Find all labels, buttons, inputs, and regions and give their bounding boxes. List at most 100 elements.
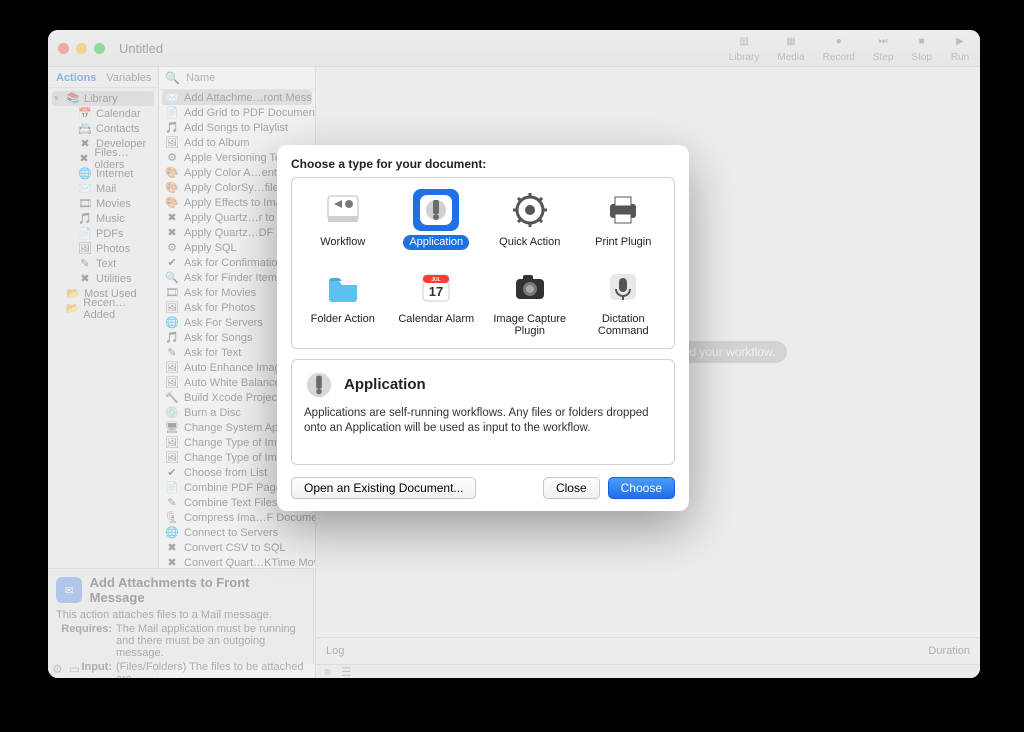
doc-type-folder-action[interactable]: Folder Action <box>296 263 390 342</box>
action-description-title: Add Attachments to Front Message <box>90 575 305 605</box>
zoom-window-button[interactable] <box>94 43 105 54</box>
doc-type-application[interactable]: Application <box>390 186 484 253</box>
action-icon: ✎ <box>165 346 179 359</box>
gear-icon[interactable]: ⚙︎ <box>52 662 63 676</box>
svg-text:17: 17 <box>429 284 443 299</box>
search-input[interactable] <box>184 71 309 85</box>
minimize-window-button[interactable] <box>76 43 87 54</box>
close-button[interactable]: Close <box>543 477 600 499</box>
doc-type-quick-action[interactable]: Quick Action <box>483 186 577 253</box>
calendar-alarm-icon: JUL17 <box>413 266 459 308</box>
tab-variables[interactable]: Variables <box>106 72 151 84</box>
document-type-grid: WorkflowApplicationQuick ActionPrint Plu… <box>291 177 675 349</box>
action-icon: 🔨 <box>165 391 179 404</box>
application-icon <box>304 370 334 400</box>
action-item[interactable]: 🗜Compress Ima…F Documents <box>159 510 315 525</box>
quick-action-icon <box>507 189 553 231</box>
library-item[interactable]: ✖︎Utilities <box>48 271 158 286</box>
action-item[interactable]: 🌐Connect to Servers <box>159 525 315 540</box>
doc-type-image-capture-plugin[interactable]: Image Capture Plugin <box>483 263 577 342</box>
action-icon: 🖼 <box>165 361 179 374</box>
flow-view-icon[interactable]: ☰ <box>341 665 352 678</box>
folder-icon: 📂 <box>66 287 80 300</box>
action-icon: ✔︎ <box>165 256 179 269</box>
folder-action-icon <box>320 266 366 308</box>
stop-button-icon: ■ <box>912 34 932 50</box>
sidebar-tabs: Actions Variables <box>48 67 158 88</box>
dialog-info-title: Application <box>344 376 426 393</box>
chevron-down-icon: ▾ <box>54 93 62 104</box>
dialog-info-desc: Applications are self-running workflows.… <box>304 406 662 437</box>
category-icon: ✖︎ <box>78 272 92 285</box>
category-icon: ✎ <box>78 257 92 270</box>
action-icon: 📄 <box>165 481 179 494</box>
run-button[interactable]: ▶Run <box>950 34 970 63</box>
info-toggle-icon[interactable]: ▭ <box>69 662 80 676</box>
record-button[interactable]: ●Record <box>823 34 855 63</box>
library-item[interactable]: 📅Calendar <box>48 106 158 121</box>
log-label: Log <box>326 645 344 657</box>
action-item[interactable]: 🎵Add Songs to Playlist <box>159 120 315 135</box>
step-button[interactable]: ⏭Step <box>873 34 894 63</box>
action-icon: 📄 <box>165 106 179 119</box>
doc-type-print-plugin[interactable]: Print Plugin <box>577 186 671 253</box>
doc-type-workflow[interactable]: Workflow <box>296 186 390 253</box>
svg-text:JUL: JUL <box>432 277 441 283</box>
doc-type-dictation-command[interactable]: Dictation Command <box>577 263 671 342</box>
library-item[interactable]: ✖︎Files…olders <box>48 151 158 166</box>
action-icon: 🖼 <box>165 136 179 149</box>
category-icon: 📅 <box>78 107 92 120</box>
document-type-dialog: Choose a type for your document: Workflo… <box>277 145 689 511</box>
action-icon: 🎵 <box>165 331 179 344</box>
category-icon: ✖︎ <box>78 137 92 150</box>
library-item[interactable]: 🖼Photos <box>48 241 158 256</box>
library-item[interactable]: 📇Contacts <box>48 121 158 136</box>
library-root[interactable]: ▾📚Library <box>52 91 154 106</box>
library-item[interactable]: 🎵Music <box>48 211 158 226</box>
action-icon: 🎵 <box>165 121 179 134</box>
choose-button[interactable]: Choose <box>608 477 675 499</box>
category-icon: ✉️ <box>78 182 92 195</box>
bottom-toolbar: ≡ ☰ <box>316 664 980 678</box>
category-icon: 📇 <box>78 122 92 135</box>
category-icon: 📄 <box>78 227 92 240</box>
doc-type-calendar-alarm[interactable]: JUL17Calendar Alarm <box>390 263 484 342</box>
action-icon: 🌐 <box>165 526 179 539</box>
workflow-icon <box>320 189 366 231</box>
action-icon: ⚙︎ <box>165 241 179 254</box>
action-icon: 🌐 <box>165 316 179 329</box>
library-button[interactable]: ▥Library <box>729 34 760 63</box>
action-icon: 🖼 <box>165 376 179 389</box>
action-item[interactable]: 📄Add Grid to PDF Documents <box>159 105 315 120</box>
close-window-button[interactable] <box>58 43 69 54</box>
action-item[interactable]: ✉️Add Attachme…ront Message <box>162 90 312 105</box>
step-button-icon: ⏭ <box>873 34 893 50</box>
requires-value: The Mail application must be running and… <box>116 623 305 659</box>
application-icon <box>413 189 459 231</box>
list-view-icon[interactable]: ≡ <box>324 665 331 678</box>
media-button-icon: ▦ <box>781 34 801 50</box>
action-icon: 🎨 <box>165 181 179 194</box>
titlebar: Untitled ▥Library▦Media●Record⏭Step■Stop… <box>48 30 980 67</box>
action-icon: ✔︎ <box>165 466 179 479</box>
print-plugin-icon <box>600 189 646 231</box>
library-item[interactable]: ✉️Mail <box>48 181 158 196</box>
tab-actions[interactable]: Actions <box>56 72 96 84</box>
media-button[interactable]: ▦Media <box>777 34 804 63</box>
run-button-icon: ▶ <box>950 34 970 50</box>
library-item[interactable]: ✎Text <box>48 256 158 271</box>
requires-label: Requires: <box>56 623 112 659</box>
action-icon: 🖼 <box>165 301 179 314</box>
open-existing-button[interactable]: Open an Existing Document... <box>291 477 476 499</box>
stop-button[interactable]: ■Stop <box>911 34 932 63</box>
action-icon: 🔍 <box>165 271 179 284</box>
library-item[interactable]: 📄PDFs <box>48 226 158 241</box>
action-item[interactable]: ✖︎Convert CSV to SQL <box>159 540 315 555</box>
library-item[interactable]: 🎞Movies <box>48 196 158 211</box>
library-smart-recently_added[interactable]: 📂Recen…Added <box>48 301 158 316</box>
action-icon: 🖼 <box>165 436 179 449</box>
folder-icon: 📂 <box>66 302 80 315</box>
dialog-info-box: Application Applications are self-runnin… <box>291 359 675 465</box>
category-icon: 🖼 <box>78 242 92 255</box>
log-duration-label: Duration <box>928 645 970 657</box>
